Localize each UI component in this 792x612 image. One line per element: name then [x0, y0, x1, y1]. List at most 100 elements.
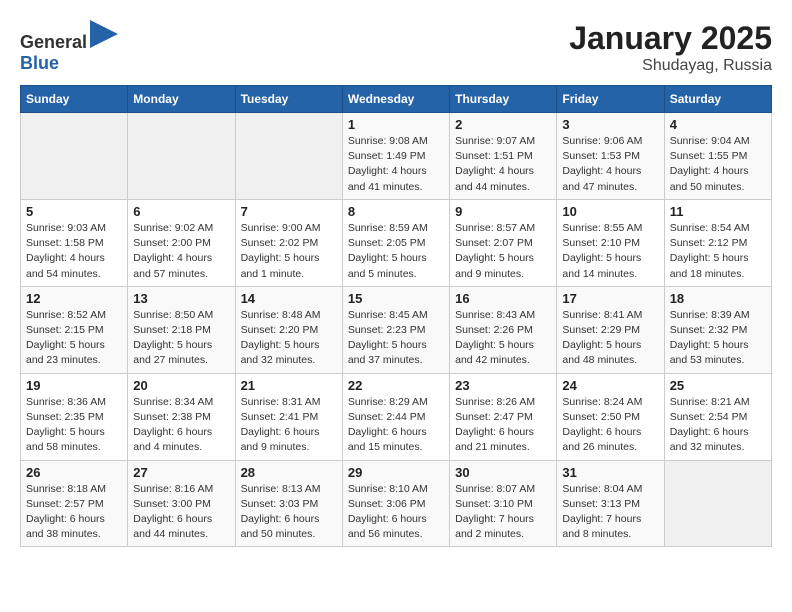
day-number: 3	[562, 117, 658, 132]
weekday-header: Saturday	[664, 86, 771, 113]
day-number: 29	[348, 465, 444, 480]
calendar-cell: 21 Sunrise: 8:31 AM Sunset: 2:41 PM Dayli…	[235, 373, 342, 460]
day-info: Sunrise: 9:03 AM Sunset: 1:58 PM Dayligh…	[26, 221, 122, 282]
calendar-table: SundayMondayTuesdayWednesdayThursdayFrid…	[20, 85, 772, 547]
day-info: Sunrise: 8:24 AM Sunset: 2:50 PM Dayligh…	[562, 395, 658, 456]
day-number: 28	[241, 465, 337, 480]
calendar-cell: 23 Sunrise: 8:26 AM Sunset: 2:47 PM Dayli…	[450, 373, 557, 460]
day-info: Sunrise: 8:16 AM Sunset: 3:00 PM Dayligh…	[133, 482, 229, 543]
day-info: Sunrise: 9:00 AM Sunset: 2:02 PM Dayligh…	[241, 221, 337, 282]
calendar-cell: 14 Sunrise: 8:48 AM Sunset: 2:20 PM Dayli…	[235, 286, 342, 373]
calendar-cell	[128, 113, 235, 200]
day-info: Sunrise: 8:07 AM Sunset: 3:10 PM Dayligh…	[455, 482, 551, 543]
day-number: 11	[670, 204, 766, 219]
calendar-cell: 12Sunrise: 8:52 AM Sunset: 2:15 PM Dayli…	[21, 286, 128, 373]
day-info: Sunrise: 8:59 AM Sunset: 2:05 PM Dayligh…	[348, 221, 444, 282]
day-info: Sunrise: 9:02 AM Sunset: 2:00 PM Dayligh…	[133, 221, 229, 282]
day-info: Sunrise: 9:06 AM Sunset: 1:53 PM Dayligh…	[562, 134, 658, 195]
calendar-cell: 31 Sunrise: 8:04 AM Sunset: 3:13 PM Dayli…	[557, 460, 664, 547]
day-number: 21	[241, 378, 337, 393]
calendar-cell: 27 Sunrise: 8:16 AM Sunset: 3:00 PM Dayli…	[128, 460, 235, 547]
calendar-cell: 6 Sunrise: 9:02 AM Sunset: 2:00 PM Daylig…	[128, 199, 235, 286]
calendar-cell: 18Sunrise: 8:39 AM Sunset: 2:32 PM Dayli…	[664, 286, 771, 373]
day-info: Sunrise: 9:08 AM Sunset: 1:49 PM Dayligh…	[348, 134, 444, 195]
day-info: Sunrise: 8:18 AM Sunset: 2:57 PM Dayligh…	[26, 482, 122, 543]
day-info: Sunrise: 8:29 AM Sunset: 2:44 PM Dayligh…	[348, 395, 444, 456]
calendar-cell: 1 Sunrise: 9:08 AM Sunset: 1:49 PM Daylig…	[342, 113, 449, 200]
day-number: 16	[455, 291, 551, 306]
calendar-cell: 3 Sunrise: 9:06 AM Sunset: 1:53 PM Daylig…	[557, 113, 664, 200]
day-number: 24	[562, 378, 658, 393]
day-info: Sunrise: 8:43 AM Sunset: 2:26 PM Dayligh…	[455, 308, 551, 369]
calendar-cell: 17Sunrise: 8:41 AM Sunset: 2:29 PM Dayli…	[557, 286, 664, 373]
calendar-week-row: 26 Sunrise: 8:18 AM Sunset: 2:57 PM Dayli…	[21, 460, 772, 547]
calendar-cell: 16 Sunrise: 8:43 AM Sunset: 2:26 PM Dayli…	[450, 286, 557, 373]
day-number: 25	[670, 378, 766, 393]
day-info: Sunrise: 8:54 AM Sunset: 2:12 PM Dayligh…	[670, 221, 766, 282]
day-number: 6	[133, 204, 229, 219]
calendar-cell: 19 Sunrise: 8:36 AM Sunset: 2:35 PM Dayli…	[21, 373, 128, 460]
location: Shudayag, Russia	[569, 57, 772, 75]
weekday-header-row: SundayMondayTuesdayWednesdayThursdayFrid…	[21, 86, 772, 113]
day-info: Sunrise: 8:52 AM Sunset: 2:15 PM Dayligh…	[26, 308, 122, 369]
day-number: 27	[133, 465, 229, 480]
calendar-cell: 7 Sunrise: 9:00 AM Sunset: 2:02 PM Daylig…	[235, 199, 342, 286]
weekday-header: Sunday	[21, 86, 128, 113]
calendar-cell: 25 Sunrise: 8:21 AM Sunset: 2:54 PM Dayli…	[664, 373, 771, 460]
day-info: Sunrise: 8:57 AM Sunset: 2:07 PM Dayligh…	[455, 221, 551, 282]
day-number: 15	[348, 291, 444, 306]
weekday-header: Friday	[557, 86, 664, 113]
weekday-header: Monday	[128, 86, 235, 113]
day-number: 8	[348, 204, 444, 219]
calendar-cell: 10Sunrise: 8:55 AM Sunset: 2:10 PM Dayli…	[557, 199, 664, 286]
calendar-week-row: 5 Sunrise: 9:03 AM Sunset: 1:58 PM Daylig…	[21, 199, 772, 286]
day-info: Sunrise: 8:21 AM Sunset: 2:54 PM Dayligh…	[670, 395, 766, 456]
day-info: Sunrise: 8:04 AM Sunset: 3:13 PM Dayligh…	[562, 482, 658, 543]
weekday-header: Wednesday	[342, 86, 449, 113]
day-number: 18	[670, 291, 766, 306]
calendar-cell: 5 Sunrise: 9:03 AM Sunset: 1:58 PM Daylig…	[21, 199, 128, 286]
day-number: 31	[562, 465, 658, 480]
calendar-cell: 29 Sunrise: 8:10 AM Sunset: 3:06 PM Dayli…	[342, 460, 449, 547]
day-number: 4	[670, 117, 766, 132]
day-info: Sunrise: 8:26 AM Sunset: 2:47 PM Dayligh…	[455, 395, 551, 456]
calendar-cell: 24 Sunrise: 8:24 AM Sunset: 2:50 PM Dayli…	[557, 373, 664, 460]
day-number: 7	[241, 204, 337, 219]
logo-general: General	[20, 32, 87, 52]
day-info: Sunrise: 8:36 AM Sunset: 2:35 PM Dayligh…	[26, 395, 122, 456]
calendar-cell: 22 Sunrise: 8:29 AM Sunset: 2:44 PM Dayli…	[342, 373, 449, 460]
day-number: 30	[455, 465, 551, 480]
calendar-cell: 13Sunrise: 8:50 AM Sunset: 2:18 PM Dayli…	[128, 286, 235, 373]
day-number: 20	[133, 378, 229, 393]
day-number: 19	[26, 378, 122, 393]
day-info: Sunrise: 8:48 AM Sunset: 2:20 PM Dayligh…	[241, 308, 337, 369]
calendar-cell	[21, 113, 128, 200]
calendar-week-row: 19 Sunrise: 8:36 AM Sunset: 2:35 PM Dayli…	[21, 373, 772, 460]
page-header: General Blue January 2025 Shudayag, Russ…	[20, 20, 772, 75]
calendar-cell: 2 Sunrise: 9:07 AM Sunset: 1:51 PM Daylig…	[450, 113, 557, 200]
day-number: 5	[26, 204, 122, 219]
day-number: 22	[348, 378, 444, 393]
day-number: 14	[241, 291, 337, 306]
day-info: Sunrise: 8:31 AM Sunset: 2:41 PM Dayligh…	[241, 395, 337, 456]
day-number: 10	[562, 204, 658, 219]
day-number: 2	[455, 117, 551, 132]
logo-blue: Blue	[20, 53, 59, 73]
calendar-cell	[664, 460, 771, 547]
day-info: Sunrise: 8:13 AM Sunset: 3:03 PM Dayligh…	[241, 482, 337, 543]
day-number: 17	[562, 291, 658, 306]
day-info: Sunrise: 9:07 AM Sunset: 1:51 PM Dayligh…	[455, 134, 551, 195]
title-block: January 2025 Shudayag, Russia	[569, 20, 772, 75]
day-info: Sunrise: 9:04 AM Sunset: 1:55 PM Dayligh…	[670, 134, 766, 195]
day-info: Sunrise: 8:10 AM Sunset: 3:06 PM Dayligh…	[348, 482, 444, 543]
calendar-week-row: 1 Sunrise: 9:08 AM Sunset: 1:49 PM Daylig…	[21, 113, 772, 200]
calendar-cell: 8 Sunrise: 8:59 AM Sunset: 2:05 PM Daylig…	[342, 199, 449, 286]
logo: General Blue	[20, 20, 118, 74]
day-number: 26	[26, 465, 122, 480]
day-number: 1	[348, 117, 444, 132]
weekday-header: Thursday	[450, 86, 557, 113]
calendar-cell: 28 Sunrise: 8:13 AM Sunset: 3:03 PM Dayli…	[235, 460, 342, 547]
calendar-cell: 9Sunrise: 8:57 AM Sunset: 2:07 PM Daylig…	[450, 199, 557, 286]
day-number: 23	[455, 378, 551, 393]
day-info: Sunrise: 8:45 AM Sunset: 2:23 PM Dayligh…	[348, 308, 444, 369]
